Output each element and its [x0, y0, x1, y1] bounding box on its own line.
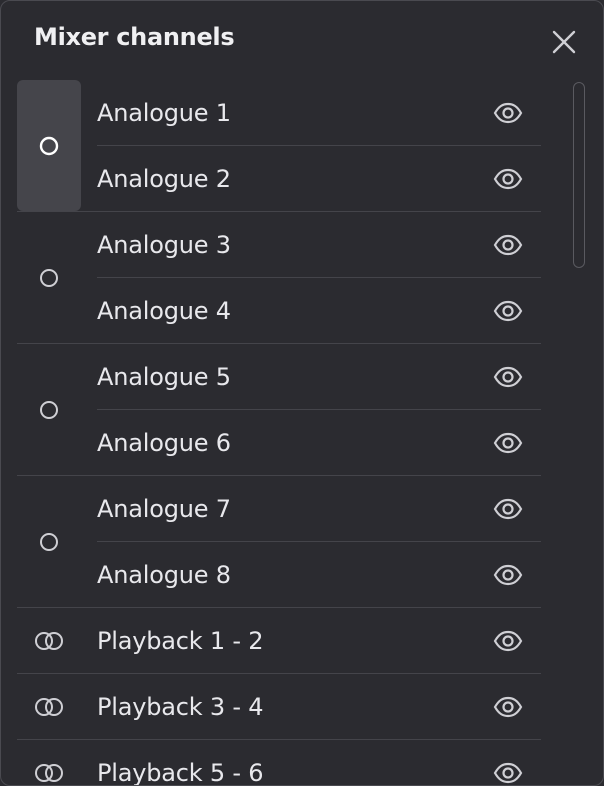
eye-icon [493, 630, 523, 651]
channel-label: Playback 5 - 6 [97, 758, 264, 786]
eye-icon [493, 432, 523, 453]
channel-label: Analogue 7 [97, 494, 231, 523]
channel-row-playback-1-2: Playback 1 - 2 [97, 608, 541, 673]
visibility-toggle[interactable] [491, 294, 525, 328]
group-select-handle[interactable] [17, 212, 81, 343]
visibility-toggle[interactable] [491, 162, 525, 196]
visibility-toggle[interactable] [491, 228, 525, 262]
channel-group: Analogue 5 Analogue 6 [17, 344, 541, 476]
channel-row-analogue-3: Analogue 3 [97, 212, 541, 278]
circle-icon [40, 268, 58, 287]
eye-icon [493, 498, 523, 519]
circle-icon [39, 136, 59, 155]
group-select-handle[interactable] [17, 740, 81, 785]
channel-group: Playback 1 - 2 [17, 608, 541, 674]
circle-icon [40, 400, 58, 419]
channel-group: Playback 3 - 4 [17, 674, 541, 740]
panel-title: Mixer channels [34, 23, 235, 51]
close-button[interactable] [547, 25, 581, 59]
channel-label: Analogue 1 [97, 98, 231, 127]
channel-row-playback-3-4: Playback 3 - 4 [97, 674, 541, 739]
group-select-handle[interactable] [17, 476, 81, 607]
eye-icon [493, 762, 523, 783]
visibility-toggle[interactable] [491, 492, 525, 526]
close-icon [552, 30, 576, 54]
visibility-toggle[interactable] [491, 96, 525, 130]
group-select-handle[interactable] [17, 344, 81, 475]
eye-icon [493, 102, 523, 123]
channel-label: Analogue 5 [97, 362, 231, 391]
channel-label: Playback 3 - 4 [97, 692, 264, 721]
channel-row-analogue-7: Analogue 7 [97, 476, 541, 542]
visibility-toggle[interactable] [491, 558, 525, 592]
eye-icon [493, 234, 523, 255]
channel-group: Playback 5 - 6 [17, 740, 541, 786]
channel-row-analogue-4: Analogue 4 [97, 278, 541, 343]
channel-label: Analogue 6 [97, 428, 231, 457]
circle-icon [40, 532, 58, 551]
visibility-toggle[interactable] [491, 426, 525, 460]
visibility-toggle[interactable] [491, 624, 525, 658]
mixer-channels-panel: Mixer channels Analogue 1 Analogue 2 Ana… [0, 0, 604, 786]
channel-row-playback-5-6: Playback 5 - 6 [97, 740, 541, 786]
channel-label: Playback 1 - 2 [97, 626, 264, 655]
channel-group: Analogue 1 Analogue 2 [17, 80, 541, 212]
scrollbar-thumb[interactable] [573, 82, 585, 268]
channel-list: Analogue 1 Analogue 2 Analogue 3 Analogu… [17, 80, 541, 786]
visibility-toggle[interactable] [491, 756, 525, 786]
eye-icon [493, 366, 523, 387]
eye-icon [493, 168, 523, 189]
channel-label: Analogue 3 [97, 230, 231, 259]
channel-label: Analogue 2 [97, 164, 231, 193]
eye-icon [493, 696, 523, 717]
channel-group: Analogue 7 Analogue 8 [17, 476, 541, 608]
double-circle-icon [35, 631, 63, 650]
group-select-handle[interactable] [17, 674, 81, 739]
channel-row-analogue-5: Analogue 5 [97, 344, 541, 410]
group-select-handle[interactable] [17, 80, 81, 211]
double-circle-icon [35, 763, 63, 782]
eye-icon [493, 300, 523, 321]
channel-group: Analogue 3 Analogue 4 [17, 212, 541, 344]
group-select-handle[interactable] [17, 608, 81, 673]
channel-row-analogue-1: Analogue 1 [97, 80, 541, 146]
visibility-toggle[interactable] [491, 360, 525, 394]
channel-row-analogue-2: Analogue 2 [97, 146, 541, 211]
double-circle-icon [35, 697, 63, 716]
eye-icon [493, 564, 523, 585]
channel-row-analogue-6: Analogue 6 [97, 410, 541, 475]
channel-label: Analogue 8 [97, 560, 231, 589]
visibility-toggle[interactable] [491, 690, 525, 724]
channel-label: Analogue 4 [97, 296, 231, 325]
channel-row-analogue-8: Analogue 8 [97, 542, 541, 607]
